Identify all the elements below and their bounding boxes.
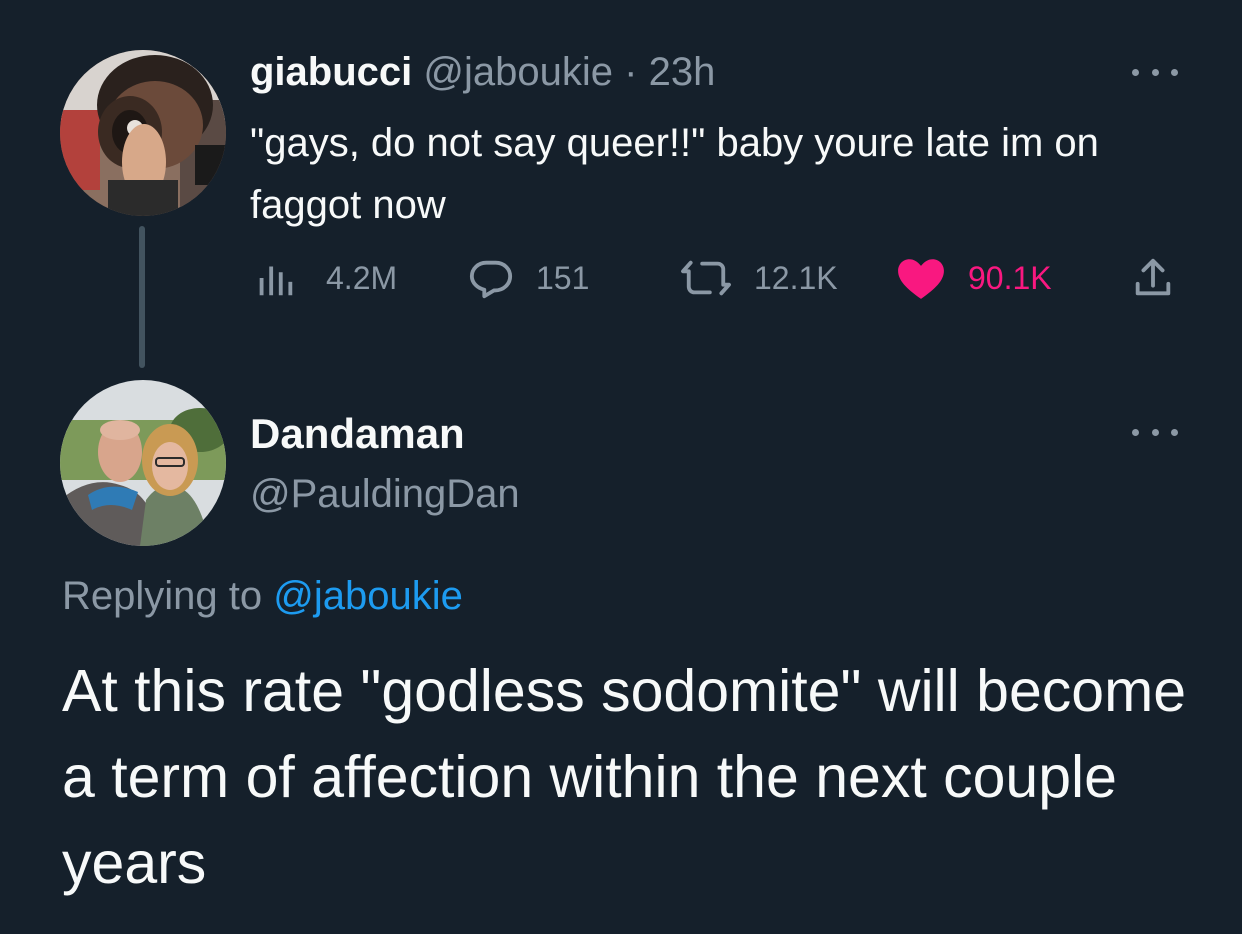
- more-dot: [1171, 428, 1178, 436]
- views-bar-icon: [259, 266, 293, 296]
- share-button[interactable]: [1130, 252, 1198, 304]
- tweet-text: At this rate "godless sodomite" will bec…: [62, 658, 1187, 896]
- timestamp[interactable]: 23h: [649, 50, 716, 94]
- views-count: 4.2M: [326, 259, 398, 296]
- reply-count: 151: [536, 259, 590, 296]
- more-dots-icon: [1132, 68, 1139, 76]
- retweet-count: 12.1K: [754, 259, 838, 296]
- retweet-icon: [681, 260, 731, 296]
- tweet-header: giabucci @jaboukie · 23h: [250, 48, 715, 96]
- more-dot: [1151, 428, 1159, 436]
- handle[interactable]: @PauldingDan: [250, 470, 520, 518]
- more-options-button[interactable]: [1132, 64, 1178, 80]
- separator: ·: [624, 50, 638, 94]
- handle[interactable]: @jaboukie: [423, 50, 613, 94]
- avatar-giabucci[interactable]: [60, 50, 226, 216]
- more-options-button[interactable]: [1132, 424, 1178, 440]
- more-dots-icon: [1132, 428, 1139, 436]
- replying-to-mention[interactable]: @jaboukie: [273, 574, 463, 618]
- replying-to-label: Replying to: [62, 574, 263, 618]
- like-count: 90.1K: [968, 259, 1052, 296]
- avatar-dandaman[interactable]: [60, 380, 226, 546]
- tweet-text: "gays, do not say queer!!" baby youre la…: [250, 121, 1099, 227]
- display-name[interactable]: giabucci: [250, 50, 412, 94]
- like-button[interactable]: 90.1K: [896, 252, 1052, 304]
- display-name[interactable]: Dandaman: [250, 410, 465, 458]
- more-dot: [1151, 68, 1159, 76]
- retweet-button[interactable]: 12.1K: [678, 252, 838, 304]
- thread-connector-line: [139, 226, 145, 368]
- share-icon: [1135, 258, 1171, 296]
- tweet-thread: giabucci @jaboukie · 23h "gays, do not s…: [0, 0, 1242, 934]
- views-button[interactable]: 4.2M: [252, 252, 397, 304]
- reply-bubble-icon: [469, 260, 513, 299]
- replying-to-line: Replying to @jaboukie: [62, 572, 463, 620]
- more-dot: [1171, 68, 1178, 76]
- heart-icon: [898, 259, 944, 299]
- reply-button[interactable]: 151: [468, 252, 589, 304]
